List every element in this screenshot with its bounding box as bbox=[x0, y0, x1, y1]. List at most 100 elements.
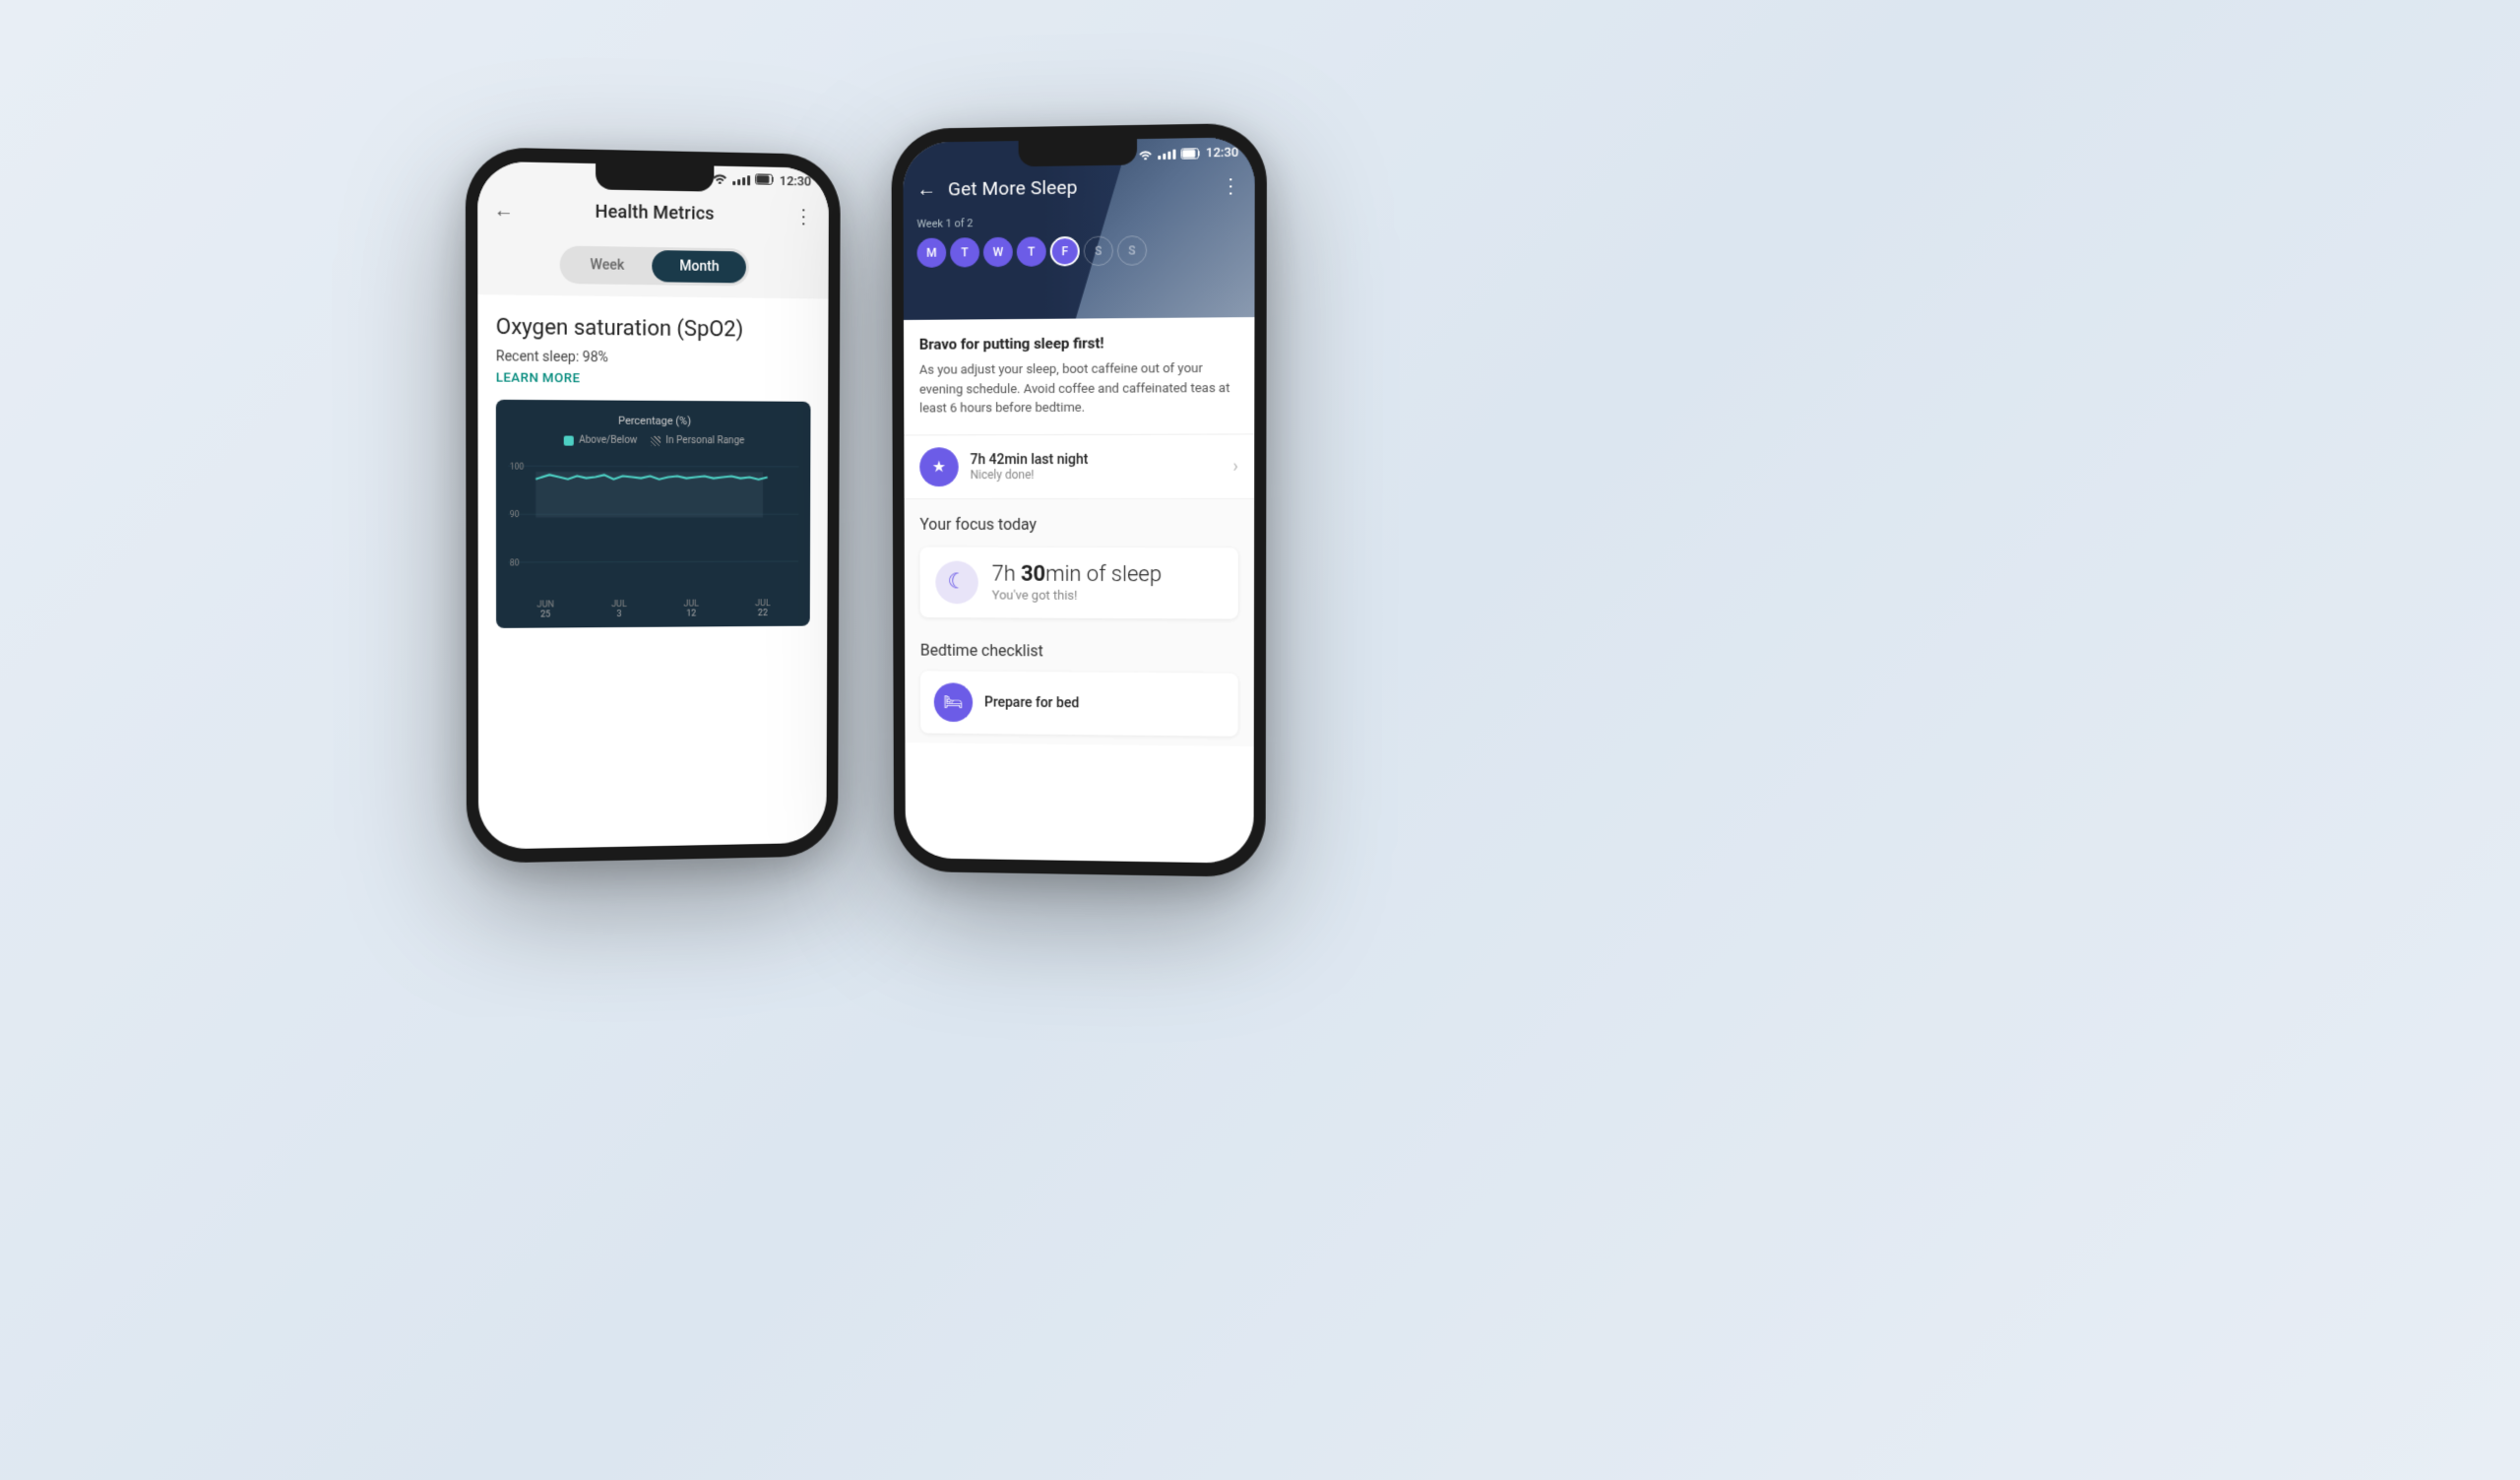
wifi-icon-right bbox=[1138, 145, 1153, 163]
chart-title: Percentage (%) bbox=[508, 414, 799, 428]
focus-section-title: Your focus today bbox=[919, 514, 1238, 533]
sleep-day-s1: S bbox=[1084, 236, 1113, 267]
chart-day-jun25: 25 bbox=[536, 611, 553, 620]
svg-text:90: 90 bbox=[510, 510, 519, 521]
hm-toolbar: ← Health Metrics ⋮ bbox=[477, 187, 829, 238]
battery-icon-right bbox=[1181, 144, 1201, 163]
prepare-card: 🛏 Prepare for bed bbox=[920, 671, 1238, 736]
legend-personal-range-label: In Personal Range bbox=[665, 435, 744, 446]
sleep-day-f: F bbox=[1050, 236, 1080, 267]
focus-hours: 7h bbox=[992, 561, 1016, 586]
chart-label-jul22: JUL 22 bbox=[755, 600, 770, 619]
sleep-day-s2: S bbox=[1117, 235, 1147, 266]
focus-card: ☾ 7h 30min of sleep You've got this! bbox=[920, 547, 1238, 618]
chart-label-jul3: JUL 3 bbox=[611, 600, 627, 619]
sleep-status-time: 12:30 bbox=[1206, 146, 1239, 161]
sleep-day-t2: T bbox=[1017, 236, 1046, 266]
bravo-section: Bravo for putting sleep first! As you ad… bbox=[904, 317, 1254, 435]
last-night-chevron: › bbox=[1232, 456, 1238, 477]
chart-month-jul22: JUL bbox=[755, 600, 770, 610]
focus-minutes: 30 bbox=[1021, 561, 1045, 586]
last-night-icon: ★ bbox=[919, 447, 959, 486]
chart-label-jun25: JUN 25 bbox=[536, 601, 553, 620]
chart-day-jul22: 22 bbox=[755, 610, 770, 619]
sleep-content-area: Bravo for putting sleep first! As you ad… bbox=[904, 317, 1254, 745]
legend-gray-dot bbox=[651, 436, 661, 446]
chart-x-labels: JUN 25 JUL 3 JUL 12 JUL 22 bbox=[508, 599, 798, 620]
sleep-more-icon[interactable]: ⋮ bbox=[1221, 173, 1240, 198]
focus-section: Your focus today ☾ 7h 30min of sleep You… bbox=[905, 498, 1255, 628]
signal-bars-right bbox=[1158, 149, 1175, 159]
prepare-label: Prepare for bed bbox=[984, 694, 1079, 711]
hm-title: Health Metrics bbox=[526, 200, 783, 225]
svg-text:80: 80 bbox=[510, 558, 519, 569]
chart-month-jul3: JUL bbox=[611, 600, 627, 610]
svg-text:100: 100 bbox=[510, 463, 524, 474]
chart-day-jul12: 12 bbox=[683, 610, 699, 619]
bed-icon: 🛏 bbox=[943, 692, 963, 711]
last-night-text: 7h 42min last night Nicely done! bbox=[971, 451, 1222, 481]
legend-personal-range: In Personal Range bbox=[651, 435, 744, 446]
moon-icon: ☾ bbox=[947, 570, 967, 595]
tab-month[interactable]: Month bbox=[652, 250, 746, 284]
sleep-toolbar: ← Get More Sleep ⋮ bbox=[903, 164, 1254, 210]
sleep-day-t1: T bbox=[950, 237, 979, 267]
last-night-row[interactable]: ★ 7h 42min last night Nicely done! › bbox=[904, 434, 1254, 499]
signal-bars-left bbox=[732, 175, 750, 185]
day-circle-w: W bbox=[983, 237, 1013, 267]
wifi-icon-left bbox=[712, 172, 727, 188]
legend-above-below-label: Above/Below bbox=[579, 435, 637, 446]
bedtime-title: Bedtime checklist bbox=[920, 640, 1238, 661]
hm-content: Oxygen saturation (SpO2) Recent sleep: 9… bbox=[477, 294, 828, 640]
tab-container: Week Month bbox=[559, 246, 749, 287]
chart-legend: Above/Below In Personal Range bbox=[508, 435, 799, 447]
phone-left-screen: 12:30 ← Health Metrics ⋮ Week Month Oxyg… bbox=[477, 161, 829, 850]
day-circle-t2: T bbox=[1017, 236, 1046, 266]
focus-unit: min of sleep bbox=[1045, 561, 1162, 586]
chart-label-jul12: JUL 12 bbox=[683, 600, 699, 619]
chart-area: 100 90 80 bbox=[508, 456, 799, 595]
phone-right-notch bbox=[1019, 139, 1137, 166]
week-label: Week 1 of 2 bbox=[916, 214, 1240, 230]
day-circle-s1: S bbox=[1084, 236, 1113, 267]
metric-subtitle: Recent sleep: 98% bbox=[496, 350, 811, 368]
more-icon-left[interactable]: ⋮ bbox=[793, 204, 813, 227]
focus-subtitle: You've got this! bbox=[992, 588, 1223, 604]
chart-month-jul12: JUL bbox=[683, 600, 699, 610]
focus-text: 7h 30min of sleep You've got this! bbox=[992, 561, 1223, 604]
bravo-text: As you adjust your sleep, boot caffeine … bbox=[919, 359, 1238, 418]
day-circle-m: M bbox=[917, 238, 947, 268]
last-night-sub: Nicely done! bbox=[971, 467, 1222, 481]
sleep-title: Get More Sleep bbox=[948, 174, 1209, 201]
learn-more-link[interactable]: LEARN MORE bbox=[496, 371, 811, 388]
legend-above-below: Above/Below bbox=[564, 435, 638, 446]
sleep-back-icon[interactable]: ← bbox=[916, 177, 936, 202]
battery-icon-left bbox=[755, 173, 775, 188]
legend-teal-dot bbox=[564, 435, 574, 445]
focus-icon: ☾ bbox=[935, 560, 978, 604]
tab-week[interactable]: Week bbox=[562, 249, 652, 283]
phone-left: 12:30 ← Health Metrics ⋮ Week Month Oxyg… bbox=[466, 147, 841, 864]
metric-title: Oxygen saturation (SpO2) bbox=[496, 315, 811, 345]
status-time-left: 12:30 bbox=[780, 173, 812, 189]
chart-month-jun25: JUN bbox=[536, 601, 553, 611]
phone-right-screen: 12:30 ← Get More Sleep ⋮ Week 1 of 2 M T bbox=[903, 137, 1254, 864]
prepare-icon: 🛏 bbox=[934, 682, 973, 722]
day-circle-f: F bbox=[1050, 236, 1080, 267]
focus-duration: 7h 30min of sleep bbox=[992, 561, 1223, 587]
phone-left-notch bbox=[596, 163, 714, 192]
chart-day-jul3: 3 bbox=[611, 610, 627, 619]
last-night-title: 7h 42min last night bbox=[971, 451, 1222, 468]
sleep-day-w: W bbox=[983, 237, 1013, 267]
sleep-day-m: M bbox=[917, 238, 947, 268]
day-circle-t1: T bbox=[950, 237, 979, 267]
star-icon: ★ bbox=[932, 457, 946, 476]
hm-tabs: Week Month bbox=[477, 232, 829, 299]
bravo-title: Bravo for putting sleep first! bbox=[919, 333, 1238, 353]
hm-chart: Percentage (%) Above/Below In Personal R… bbox=[496, 400, 811, 628]
back-icon-left[interactable]: ← bbox=[493, 198, 513, 224]
phone-right: 12:30 ← Get More Sleep ⋮ Week 1 of 2 M T bbox=[891, 123, 1267, 877]
sleep-days: M T W T F S bbox=[917, 234, 1241, 268]
bedtime-section: Bedtime checklist 🛏 Prepare for bed bbox=[905, 626, 1254, 745]
sleep-week-row: Week 1 of 2 M T W T F bbox=[904, 205, 1255, 278]
